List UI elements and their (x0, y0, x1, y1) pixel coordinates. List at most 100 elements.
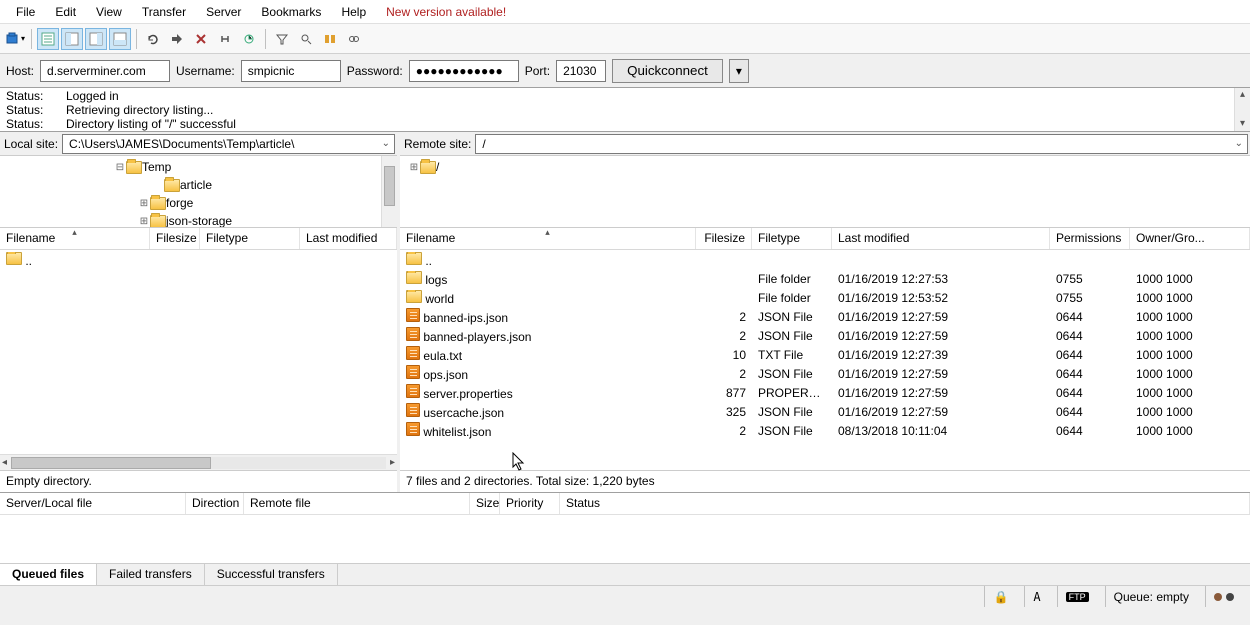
col-filetype[interactable]: Filetype (752, 228, 832, 249)
permissions: 0644 (1050, 367, 1130, 381)
expand-icon[interactable]: ⊞ (408, 162, 420, 173)
password-input[interactable] (409, 60, 519, 82)
list-item[interactable]: .. (400, 250, 1250, 269)
queue-list[interactable] (0, 515, 1250, 563)
remote-pane: Remote site: / ⌄ ⊞/ ▴Filename Filesize F… (400, 132, 1250, 492)
list-item[interactable]: server.properties877PROPERTIE...01/16/20… (400, 383, 1250, 402)
col-last-modified[interactable]: Last modified (832, 228, 1050, 249)
disconnect-button[interactable] (214, 28, 236, 50)
col-owner[interactable]: Owner/Gro... (1130, 228, 1250, 249)
list-item[interactable]: banned-players.json2JSON File01/16/2019 … (400, 326, 1250, 345)
dropdown-arrow-icon: ▾ (21, 34, 25, 43)
reconnect-button[interactable] (238, 28, 260, 50)
tab-successful-transfers[interactable]: Successful transfers (205, 564, 338, 585)
permissions: 0755 (1050, 272, 1130, 286)
expand-icon[interactable]: ⊞ (138, 198, 150, 209)
toggle-remote-tree-button[interactable] (85, 28, 107, 50)
local-tree[interactable]: ⊟Temparticle ⊞ forge ⊞json-storage (0, 156, 397, 228)
col-remote-file[interactable]: Remote file (244, 493, 470, 514)
owner-group: 1000 1000 (1130, 310, 1250, 324)
list-item[interactable]: ops.json2JSON File01/16/2019 12:27:59064… (400, 364, 1250, 383)
expand-icon[interactable]: ⊞ (138, 216, 150, 227)
folder-icon (406, 252, 422, 265)
filename: server.properties (423, 387, 512, 401)
tree-item[interactable]: ⊟Temp (0, 158, 397, 176)
local-path-input[interactable]: C:\Users\JAMES\Documents\Temp\article\ ⌄ (62, 134, 395, 154)
col-filename[interactable]: ▴Filename (0, 228, 150, 249)
col-filetype[interactable]: Filetype (200, 228, 300, 249)
tree-item[interactable]: ⊞json-storage (0, 212, 397, 228)
search-button[interactable] (295, 28, 317, 50)
col-direction[interactable]: Direction (186, 493, 244, 514)
list-item[interactable]: eula.txt10TXT File01/16/2019 12:27:39064… (400, 345, 1250, 364)
compare-button[interactable] (319, 28, 341, 50)
col-local-file[interactable]: Server/Local file (0, 493, 186, 514)
col-priority[interactable]: Priority (500, 493, 560, 514)
toggle-message-log-button[interactable] (37, 28, 59, 50)
list-item[interactable]: banned-ips.json2JSON File01/16/2019 12:2… (400, 307, 1250, 326)
local-file-list[interactable]: .. (0, 250, 397, 454)
port-label: Port: (525, 64, 550, 78)
local-hscroll[interactable]: ◂▸ (0, 454, 397, 470)
toggle-queue-button[interactable] (109, 28, 131, 50)
host-label: Host: (6, 64, 34, 78)
tree-scrollbar[interactable] (381, 156, 397, 227)
menu-view[interactable]: View (86, 2, 132, 22)
cancel-button[interactable] (190, 28, 212, 50)
username-input[interactable] (241, 60, 341, 82)
owner-group: 1000 1000 (1130, 291, 1250, 305)
tree-label: forge (166, 196, 193, 210)
col-last-modified[interactable]: Last modified (300, 228, 397, 249)
col-filename[interactable]: ▴Filename (400, 228, 696, 249)
menu-transfer[interactable]: Transfer (132, 2, 196, 22)
file-icon (406, 365, 420, 379)
refresh-button[interactable] (142, 28, 164, 50)
menu-new-version[interactable]: New version available! (376, 2, 516, 22)
tab-queued-files[interactable]: Queued files (0, 564, 97, 585)
list-item[interactable]: whitelist.json2JSON File08/13/2018 10:11… (400, 421, 1250, 440)
list-item[interactable]: worldFile folder01/16/2019 12:53:5207551… (400, 288, 1250, 307)
quickconnect-button[interactable]: Quickconnect (612, 59, 723, 83)
remote-tree[interactable]: ⊞/ (400, 156, 1250, 228)
col-filesize[interactable]: Filesize (696, 228, 752, 249)
menu-bookmarks[interactable]: Bookmarks (251, 2, 331, 22)
tab-failed-transfers[interactable]: Failed transfers (97, 564, 205, 585)
filetype: JSON File (752, 329, 832, 343)
list-item[interactable]: .. (0, 250, 397, 269)
list-item[interactable]: usercache.json325JSON File01/16/2019 12:… (400, 402, 1250, 421)
filter-button[interactable] (271, 28, 293, 50)
site-manager-button[interactable]: ▾ (4, 28, 26, 50)
tree-item[interactable]: ⊞/ (400, 158, 1250, 176)
tree-item[interactable]: article (0, 176, 397, 194)
log-label: Status: (2, 103, 66, 117)
col-size[interactable]: Size (470, 493, 500, 514)
dropdown-arrow-icon: ⌄ (1235, 138, 1243, 149)
file-icon (406, 327, 420, 341)
filename: whitelist.json (423, 425, 491, 439)
port-input[interactable] (556, 60, 606, 82)
menu-server[interactable]: Server (196, 2, 251, 22)
sync-browsing-button[interactable] (343, 28, 365, 50)
file-icon (406, 384, 420, 398)
folder-icon (150, 197, 166, 210)
menu-help[interactable]: Help (331, 2, 376, 22)
col-filesize[interactable]: Filesize (150, 228, 200, 249)
list-item[interactable]: logsFile folder01/16/2019 12:27:53075510… (400, 269, 1250, 288)
remote-status: 7 files and 2 directories. Total size: 1… (400, 470, 1250, 492)
host-input[interactable] (40, 60, 170, 82)
menu-edit[interactable]: Edit (45, 2, 86, 22)
tree-item[interactable]: ⊞ forge (0, 194, 397, 212)
toolbar-separator (31, 29, 32, 49)
remote-file-list[interactable]: .. logsFile folder01/16/2019 12:27:53075… (400, 250, 1250, 470)
log-scrollbar[interactable]: ▴▾ (1234, 88, 1250, 131)
col-permissions[interactable]: Permissions (1050, 228, 1130, 249)
process-queue-button[interactable] (166, 28, 188, 50)
expand-icon[interactable]: ⊟ (114, 162, 126, 173)
remote-path-input[interactable]: / ⌄ (475, 134, 1248, 154)
col-status[interactable]: Status (560, 493, 1250, 514)
quickconnect-history-button[interactable]: ▾ (729, 59, 749, 83)
menu-file[interactable]: File (6, 2, 45, 22)
filesize: 325 (696, 405, 752, 419)
filetype: File folder (752, 291, 832, 305)
toggle-local-tree-button[interactable] (61, 28, 83, 50)
